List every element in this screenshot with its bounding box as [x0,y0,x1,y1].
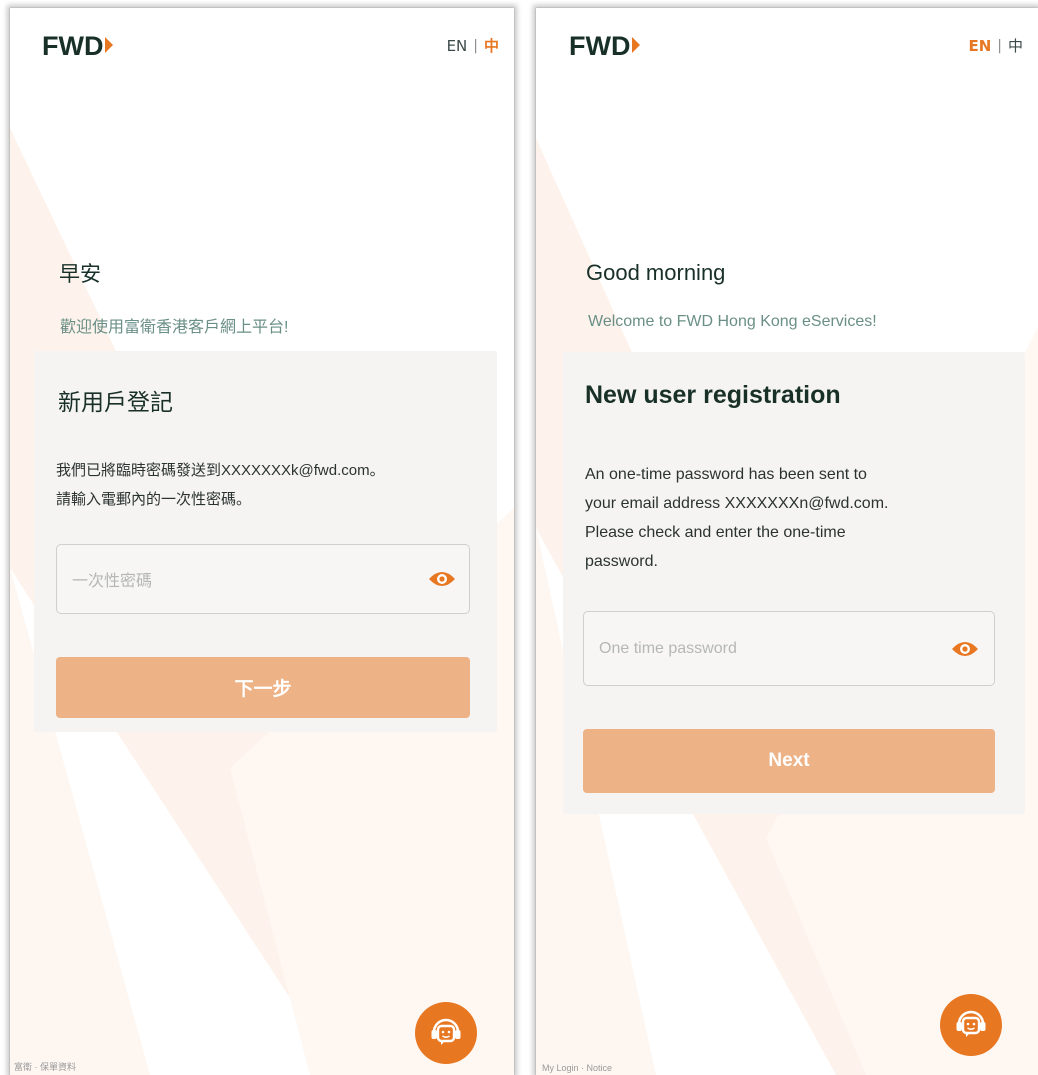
otp-sent-message: 我們已將臨時密碼發送到XXXXXXXk@fwd.com。 請輸入電郵內的一次性密… [56,456,385,514]
lang-separator: | [997,37,1002,54]
otp-input[interactable]: 一次性密碼 [56,544,470,614]
greeting: Good morning [586,260,726,285]
otp-sent-message: An one-time password has been sent to yo… [585,460,888,576]
lang-separator: | [473,37,478,54]
welcome-message: Welcome to FWD Hong Kong eServices! [588,313,877,330]
card-title: 新用戶登記 [58,389,173,415]
language-switch: EN | 中 [968,35,1023,56]
otp-placeholder: 一次性密碼 [72,573,153,590]
greeting: 早安 [59,263,101,286]
eye-icon[interactable] [950,639,980,659]
screen-chinese: FWD EN | 中 早安 歡迎使用富衛香港客戶網上平台! 新用戶登記 我們已將… [10,8,514,1075]
registration-card: New user registration An one-time passwo… [563,352,1025,814]
lang-zh-option[interactable]: 中 [1008,35,1023,56]
footer-text: My Login · Notice [542,1063,613,1073]
fwd-logo-text: FWD [42,31,103,61]
screen-english: FWD EN | 中 Good morning Welcome to FWD H… [536,8,1038,1075]
fwd-logo-text: FWD [569,31,630,61]
message-line: Please check and enter the one-time [585,524,846,541]
chat-support-button[interactable] [415,1002,477,1064]
fwd-logo: FWD [569,31,640,61]
message-line: 我們已將臨時密碼發送到XXXXXXXk@fwd.com。 [56,462,385,479]
registration-card: 新用戶登記 我們已將臨時密碼發送到XXXXXXXk@fwd.com。 請輸入電郵… [34,351,497,732]
otp-placeholder: One time password [599,639,737,657]
chat-support-button[interactable] [940,994,1002,1056]
footer-text: 富衛 · 保單資料 [14,1062,76,1072]
lang-en-option[interactable]: EN [968,37,991,55]
message-line: password. [585,553,658,570]
welcome-message: 歡迎使用富衛香港客戶網上平台! [60,319,289,336]
next-button[interactable]: Next [583,729,995,793]
next-button[interactable]: 下一步 [56,657,470,718]
lang-zh-option[interactable]: 中 [484,35,499,56]
language-switch: EN | 中 [447,35,499,56]
fwd-logo: FWD [42,31,113,61]
card-title: New user registration [585,381,841,409]
chat-support-icon [431,1018,461,1045]
chat-support-icon [956,1010,986,1037]
eye-icon[interactable] [427,569,457,589]
lang-en-option[interactable]: EN [447,37,468,55]
message-line: your email address XXXXXXXn@fwd.com. [585,495,889,512]
otp-input[interactable]: One time password [583,611,995,686]
message-line: 請輸入電郵內的一次性密碼。 [56,491,252,508]
screen-divider [514,0,536,1075]
message-line: An one-time password has been sent to [585,466,867,483]
